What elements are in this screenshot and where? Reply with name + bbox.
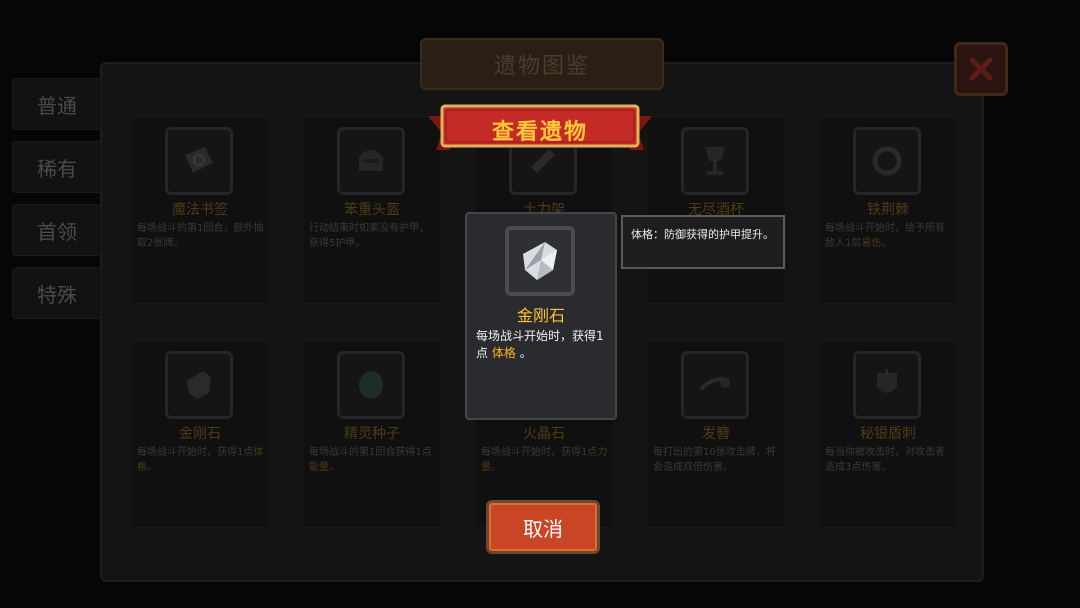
relic-desc-tail: 。 bbox=[881, 238, 892, 249]
relic-name: 火晶石 bbox=[523, 426, 565, 442]
relic-slot bbox=[165, 351, 233, 419]
relic-card-spirit-seed[interactable]: 精灵种子 每场战斗的第1回合获得1点能量。 bbox=[302, 340, 442, 528]
relic-name: 笨重头盔 bbox=[344, 202, 400, 218]
relic-card-diamond-stone[interactable]: 金刚石 每场战斗开始时，获得1点体格。 bbox=[130, 340, 270, 528]
seed-icon bbox=[359, 371, 383, 399]
relic-card-iron-thorn[interactable]: 铁荆棘 每场战斗开始时，给予所有敌人1层易伤。 bbox=[818, 116, 958, 304]
relic-desc: 每场战斗的第1回合，额外抽取2张牌。 bbox=[137, 221, 265, 251]
relic-desc-text: 行动结束时如果没有护甲，获得5护甲。 bbox=[309, 223, 429, 249]
tab-boss-label: 首领 bbox=[37, 219, 77, 244]
tab-special[interactable]: 特殊 bbox=[12, 267, 102, 319]
relic-keyword: 易伤 bbox=[861, 238, 882, 249]
relic-desc-text: 每打出的第10张攻击牌，将会造成双倍伤害。 bbox=[653, 447, 776, 473]
relic-name: 发簪 bbox=[702, 426, 730, 442]
tab-special-label: 特殊 bbox=[37, 282, 77, 307]
relic-detail-desc-suffix: 。 bbox=[519, 346, 532, 360]
relic-slot bbox=[337, 351, 405, 419]
relic-name: 秘银盾刺 bbox=[860, 426, 916, 442]
relic-desc-tail: 。 bbox=[147, 462, 157, 473]
relic-desc-text: 每场战斗的第1回合获得1点 bbox=[309, 447, 432, 458]
relic-detail-slot bbox=[505, 226, 575, 296]
relic-card-magic-bookmark[interactable]: 魔法书签 每场战斗的第1回合，额外抽取2张牌。 bbox=[130, 116, 270, 304]
relic-detail-card: 金刚石 每场战斗开始时，获得1点 体格 。 bbox=[465, 212, 617, 420]
relic-card-mithril-spike[interactable]: 秘银盾刺 每当你被攻击时，对攻击者造成3点伤害。 bbox=[818, 340, 958, 528]
relic-desc: 每打出的第10张攻击牌，将会造成双倍伤害。 bbox=[653, 445, 781, 475]
tab-common-label: 普通 bbox=[37, 93, 77, 118]
relic-desc-text: 每场战斗的第1回合，额外抽取2张牌。 bbox=[137, 223, 264, 249]
codex-title: 遗物图鉴 bbox=[493, 54, 590, 79]
close-button[interactable] bbox=[954, 42, 1008, 96]
relic-name: 铁荆棘 bbox=[867, 202, 909, 218]
relic-name: 金刚石 bbox=[179, 426, 221, 442]
tab-boss[interactable]: 首领 bbox=[12, 204, 102, 256]
relic-desc-tail: 。 bbox=[329, 462, 339, 473]
relic-slot bbox=[337, 127, 405, 195]
relic-card-endless-goblet[interactable]: 无尽酒杯 bbox=[646, 116, 786, 304]
relic-slot bbox=[681, 127, 749, 195]
relic-desc: 每场战斗开始时，获得1点力量。 bbox=[481, 445, 609, 475]
relic-name: 魔法书签 bbox=[172, 202, 228, 218]
tab-common[interactable]: 普通 bbox=[12, 78, 102, 130]
codex-title-plate: 遗物图鉴 bbox=[420, 38, 664, 90]
relic-desc: 每场战斗开始时，给予所有敌人1层易伤。 bbox=[825, 221, 953, 251]
relic-keyword: 能量 bbox=[309, 462, 329, 473]
keyword-tooltip-text: 体格：防御获得的护甲提升。 bbox=[631, 228, 774, 241]
thorn-ring-icon bbox=[872, 146, 902, 176]
cancel-button[interactable]: 取消 bbox=[486, 500, 600, 554]
diamond-stone-icon bbox=[187, 371, 211, 399]
relic-desc: 行动结束时如果没有护甲，获得5护甲。 bbox=[309, 221, 437, 251]
view-relic-title: 查看遗物 bbox=[491, 120, 588, 145]
relic-detail-keyword[interactable]: 体格 bbox=[492, 346, 516, 360]
view-relic-ribbon: 查看遗物 bbox=[428, 102, 652, 156]
relic-slot bbox=[853, 127, 921, 195]
tab-rare[interactable]: 稀有 bbox=[12, 141, 102, 193]
relic-card-hairpin[interactable]: 发簪 每打出的第10张攻击牌，将会造成双倍伤害。 bbox=[646, 340, 786, 528]
relic-slot bbox=[165, 127, 233, 195]
spiked-shield-icon bbox=[877, 367, 897, 393]
tab-rare-label: 稀有 bbox=[37, 156, 77, 181]
hairpin-icon bbox=[699, 377, 730, 391]
relic-slot bbox=[681, 351, 749, 419]
relic-card-heavy-helmet[interactable]: 笨重头盔 行动结束时如果没有护甲，获得5护甲。 bbox=[302, 116, 442, 304]
relic-slot bbox=[853, 351, 921, 419]
relic-desc-tail: 。 bbox=[491, 462, 501, 473]
close-icon bbox=[969, 57, 993, 81]
keyword-tooltip: 体格：防御获得的护甲提升。 bbox=[621, 215, 785, 269]
bookmark-icon bbox=[185, 147, 213, 173]
relic-detail-desc: 每场战斗开始时，获得1点 体格 。 bbox=[476, 328, 609, 362]
relic-desc: 每当你被攻击时，对攻击者造成3点伤害。 bbox=[825, 445, 953, 475]
relic-desc: 每场战斗开始时，获得1点体格。 bbox=[137, 445, 265, 475]
relic-desc: 每场战斗的第1回合获得1点能量。 bbox=[309, 445, 437, 475]
goblet-icon bbox=[705, 147, 725, 175]
helmet-icon bbox=[359, 150, 383, 171]
relic-detail-name: 金刚石 bbox=[516, 306, 565, 325]
diamond-stone-icon bbox=[523, 242, 557, 280]
cancel-button-label: 取消 bbox=[523, 516, 563, 541]
relic-desc-text: 每场战斗开始时，获得1点 bbox=[137, 447, 254, 458]
relic-desc-text: 每场战斗开始时，获得1点 bbox=[481, 447, 598, 458]
relic-desc-text: 每当你被攻击时，对攻击者造成3点伤害。 bbox=[825, 447, 945, 473]
relic-name: 精灵种子 bbox=[344, 426, 400, 442]
